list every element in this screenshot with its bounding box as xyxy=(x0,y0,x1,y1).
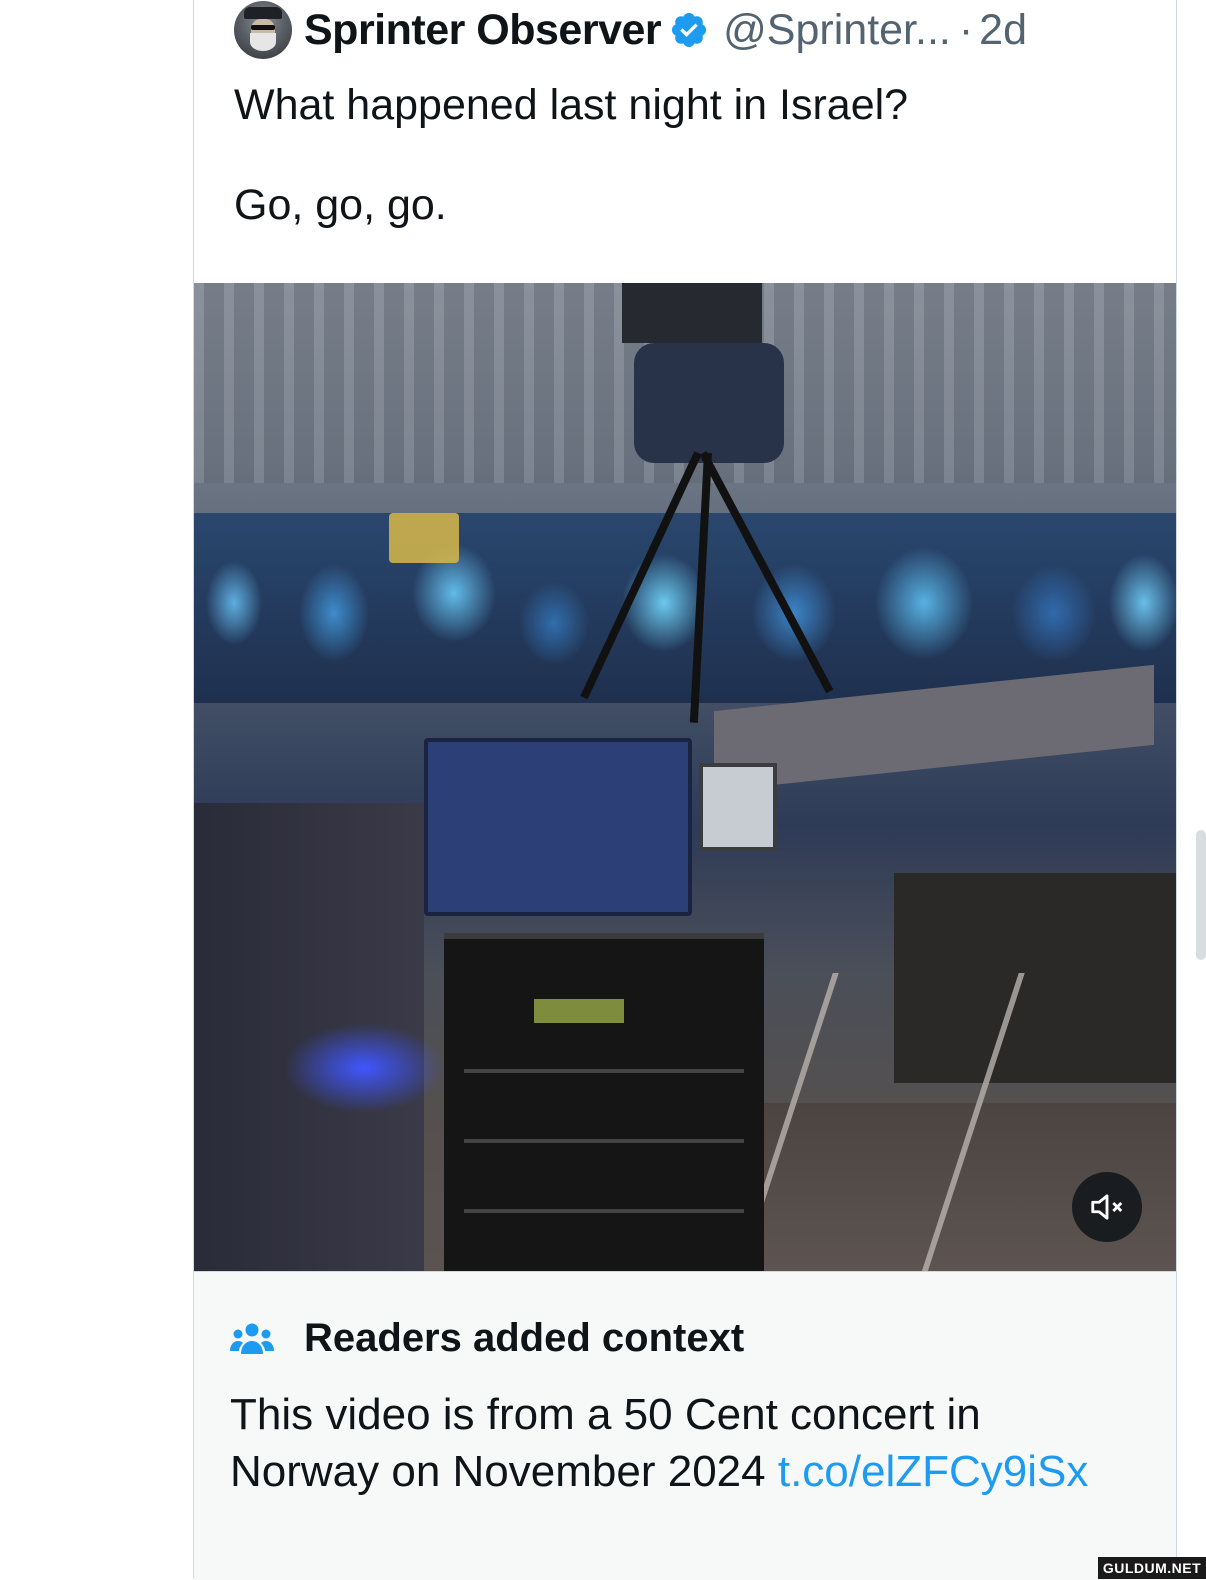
video-monitor xyxy=(424,738,692,916)
tweet-video[interactable] xyxy=(194,283,1176,1271)
author-avatar[interactable] xyxy=(234,1,292,59)
tweet-header: Sprinter Observer @Sprinter... · 2d xyxy=(234,1,1164,59)
video-camera-body xyxy=(634,343,784,463)
volume-muted-icon xyxy=(1091,1194,1123,1220)
video-crowd xyxy=(194,513,1176,703)
page-scrollbar[interactable] xyxy=(1196,830,1206,960)
video-laptop xyxy=(699,763,777,851)
tweet-card[interactable]: Sprinter Observer @Sprinter... · 2d What… xyxy=(193,0,1177,1580)
video-camera xyxy=(622,283,762,343)
community-note: Readers added context This video is from… xyxy=(194,1271,1176,1580)
video-light xyxy=(389,513,459,563)
separator-dot: · xyxy=(958,5,974,54)
author-name[interactable]: Sprinter Observer xyxy=(304,6,662,55)
community-note-body: This video is from a 50 Cent concert in … xyxy=(230,1386,1130,1500)
tweet-timestamp[interactable]: 2d xyxy=(979,6,1027,55)
verified-badge-icon xyxy=(672,12,707,48)
community-note-link[interactable]: t.co/​elZFCy9iSx xyxy=(778,1447,1089,1496)
watermark: GULDUM.NET xyxy=(1098,1557,1206,1579)
people-group-icon xyxy=(230,1323,274,1354)
community-note-header: Readers added context xyxy=(230,1316,744,1361)
mute-button[interactable] xyxy=(1072,1172,1142,1242)
video-blue-glow xyxy=(284,1023,444,1113)
tweet-text: What happened last night in Israel? Go, … xyxy=(234,81,909,229)
video-flightcase xyxy=(444,933,764,1271)
community-note-title: Readers added context xyxy=(304,1316,745,1360)
author-handle[interactable]: @Sprinter... xyxy=(723,6,951,55)
